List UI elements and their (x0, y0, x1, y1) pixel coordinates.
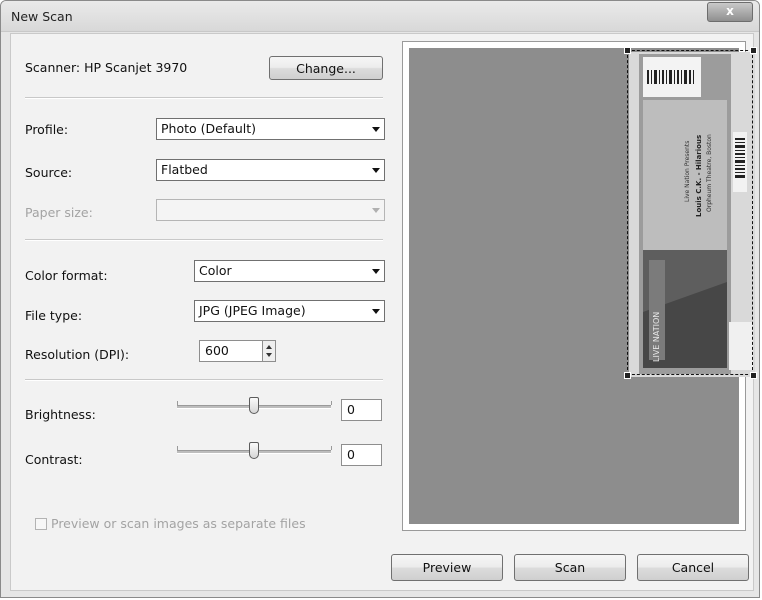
chevron-down-icon (372, 208, 380, 213)
color-format-select[interactable]: Color (194, 260, 385, 282)
chevron-down-icon (372, 168, 380, 173)
source-label: Source: (25, 165, 73, 180)
window-title: New Scan (11, 9, 73, 24)
change-scanner-label: Change... (296, 60, 356, 76)
chevron-down-icon (372, 127, 380, 132)
color-format-label: Color format: (25, 268, 108, 283)
chevron-down-icon (372, 269, 380, 274)
contrast-input[interactable]: 0 (341, 444, 382, 466)
source-value: Flatbed (161, 162, 208, 177)
profile-select[interactable]: Photo (Default) (156, 118, 385, 140)
profile-value: Photo (Default) (161, 121, 257, 136)
scan-button[interactable]: Scan (514, 554, 626, 581)
chevron-down-icon (372, 309, 380, 314)
cancel-button-label: Cancel (671, 560, 715, 575)
source-select[interactable]: Flatbed (156, 159, 385, 181)
scan-button-label: Scan (554, 560, 586, 575)
paper-size-label: Paper size: (25, 205, 93, 220)
dialog-body: Scanner: HP Scanjet 3970 Change... Profi… (10, 33, 757, 591)
change-scanner-button[interactable]: Change... (269, 56, 383, 80)
brightness-input[interactable]: 0 (341, 399, 382, 421)
resolution-label: Resolution (DPI): (25, 347, 130, 362)
separate-files-checkbox[interactable] (35, 518, 47, 530)
separate-files-label: Preview or scan images as separate files (51, 516, 306, 531)
scanner-label: Scanner: HP Scanjet 3970 (25, 60, 188, 75)
crop-handle[interactable] (750, 47, 757, 54)
crop-handle[interactable] (624, 372, 631, 379)
crop-handle[interactable] (624, 47, 631, 54)
spin-down-icon[interactable] (266, 353, 272, 357)
file-type-label: File type: (25, 308, 83, 323)
new-scan-dialog: New Scan x Scanner: HP Scanjet 3970 Chan… (0, 0, 760, 598)
brightness-label: Brightness: (25, 407, 96, 422)
file-type-select[interactable]: JPG (JPEG Image) (194, 300, 385, 322)
crop-handle[interactable] (750, 372, 757, 379)
preview-button[interactable]: Preview (391, 554, 503, 581)
preview-button-label: Preview (422, 560, 472, 575)
title-bar: New Scan x (1, 1, 759, 32)
divider (25, 239, 383, 241)
spin-up-icon[interactable] (266, 345, 272, 349)
cancel-button[interactable]: Cancel (637, 554, 749, 581)
brightness-slider-thumb[interactable] (249, 397, 259, 414)
divider (25, 379, 383, 381)
crop-marquee[interactable] (627, 50, 753, 375)
resolution-spinner[interactable] (262, 340, 276, 362)
close-icon: x (726, 4, 734, 18)
close-button[interactable]: x (707, 2, 753, 22)
preview-area[interactable]: Live Nation Presents Louis C.K. - Hilari… (409, 47, 757, 524)
contrast-slider-thumb[interactable] (249, 442, 259, 459)
file-type-value: JPG (JPEG Image) (199, 303, 306, 318)
slider-tick (177, 446, 178, 450)
slider-tick (177, 401, 178, 405)
preview-frame: Live Nation Presents Louis C.K. - Hilari… (402, 41, 757, 531)
contrast-label: Contrast: (25, 452, 83, 467)
resolution-input[interactable]: 600 (199, 340, 263, 362)
profile-label: Profile: (25, 122, 69, 137)
divider (25, 97, 383, 99)
color-format-value: Color (199, 263, 232, 278)
slider-tick (331, 401, 332, 405)
paper-size-select[interactable] (156, 199, 385, 221)
slider-tick (331, 446, 332, 450)
